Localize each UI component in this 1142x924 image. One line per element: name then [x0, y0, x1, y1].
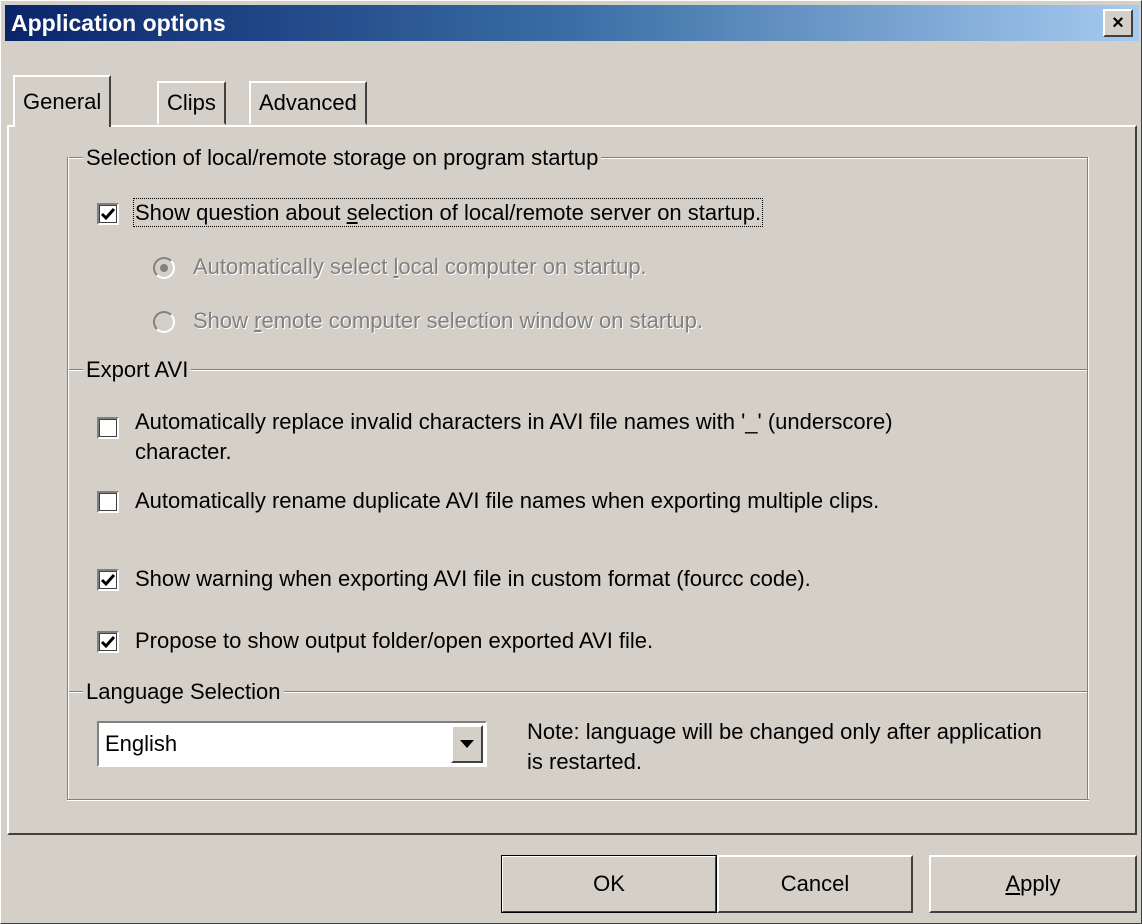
window-title: Application options [11, 9, 226, 36]
cancel-button[interactable]: Cancel [717, 855, 913, 913]
rename-duplicates-label[interactable]: Automatically rename duplicate AVI file … [135, 486, 879, 516]
apply-rest: pply [1020, 871, 1061, 896]
startup-group-title: Selection of local/remote storage on pro… [83, 145, 602, 171]
replace-invalid-chars-label[interactable]: Automatically replace invalid characters… [135, 407, 915, 467]
show-question-checkbox[interactable] [97, 203, 119, 225]
tab-advanced[interactable]: Advanced [249, 81, 367, 125]
group-right-line [1087, 157, 1089, 799]
replace-invalid-chars-checkbox[interactable] [97, 417, 119, 439]
ok-button-label: OK [593, 871, 625, 896]
checkmark-icon [100, 574, 116, 587]
export-group-top-line [67, 369, 1089, 371]
rename-duplicates-checkbox[interactable] [97, 491, 119, 513]
radio-remote-label[interactable]: Show remote computer selection window on… [193, 306, 703, 336]
apply-mnemonic: A [1005, 871, 1021, 896]
checkmark-icon [100, 208, 116, 221]
language-note: Note: language will be changed only afte… [527, 719, 1042, 774]
tab-clips[interactable]: Clips [157, 81, 226, 125]
apply-button[interactable]: Apply [929, 855, 1137, 913]
title-bar[interactable]: Application options × [5, 5, 1139, 41]
radio-remote-text-pre: Show [193, 308, 255, 333]
tab-general-label: General [23, 89, 102, 114]
propose-show-folder-checkbox[interactable] [97, 631, 119, 653]
radio-remote-computer[interactable] [153, 311, 175, 333]
radio-remote-text-post: emote computer selection window on start… [261, 308, 703, 333]
language-select[interactable]: English [97, 721, 487, 767]
show-question-label[interactable]: Show question about selection of local/r… [132, 198, 764, 228]
propose-show-folder-label[interactable]: Propose to show output folder/open expor… [135, 626, 653, 656]
language-select-value: English [105, 731, 178, 756]
export-group-title: Export AVI [83, 357, 192, 383]
ok-button[interactable]: OK [501, 855, 717, 913]
language-group-title: Language Selection [83, 679, 284, 705]
close-icon: × [1112, 11, 1124, 34]
checkmark-icon [100, 636, 116, 649]
show-question-focus: Show question about selection of local/r… [132, 198, 764, 227]
tab-advanced-label: Advanced [259, 90, 357, 115]
radio-local-text-post: ocal computer on startup. [398, 254, 647, 279]
show-warning-checkbox[interactable] [97, 569, 119, 591]
radio-selected-dot [160, 264, 168, 272]
radio-local-label[interactable]: Automatically select local computer on s… [193, 252, 647, 282]
show-question-text-mnemonic: s [346, 200, 358, 225]
radio-local-computer[interactable] [153, 257, 175, 279]
apply-button-label: Apply [1005, 871, 1060, 897]
radio-local-text-pre: Automatically select [193, 254, 394, 279]
language-dropdown-button[interactable] [451, 725, 483, 763]
show-question-text-post: election of local/remote server on start… [357, 200, 762, 225]
close-button[interactable]: × [1103, 9, 1133, 37]
chevron-down-icon [460, 740, 474, 748]
show-question-text-pre: Show question about [135, 200, 347, 225]
tab-general[interactable]: General [13, 75, 112, 127]
tab-clips-label: Clips [167, 90, 216, 115]
application-options-dialog: Application options × General Clips Adva… [0, 0, 1142, 924]
cancel-button-label: Cancel [780, 871, 850, 896]
show-warning-label[interactable]: Show warning when exporting AVI file in … [135, 564, 811, 594]
group-left-line [67, 157, 69, 799]
group-bottom-line [67, 799, 1089, 801]
